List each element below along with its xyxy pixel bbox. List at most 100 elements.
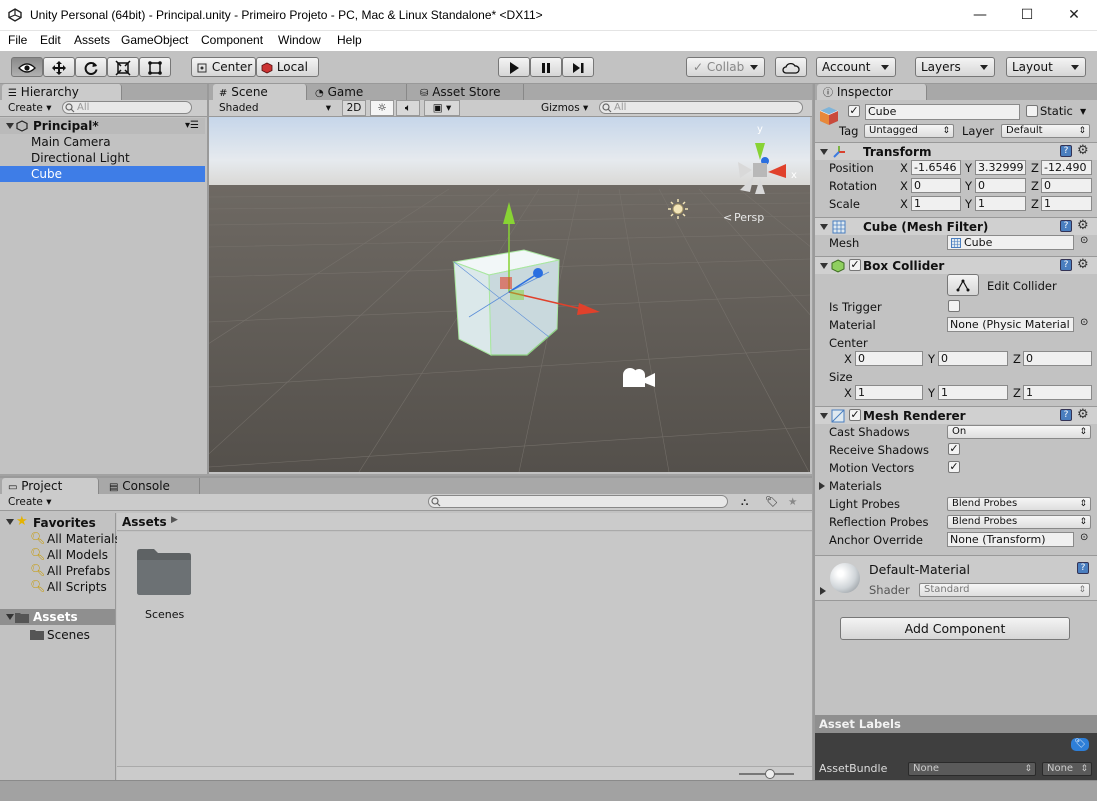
gear-icon[interactable]: ⚙ bbox=[1077, 144, 1089, 157]
favorite-all-models[interactable]: All Models bbox=[47, 548, 108, 562]
scene-menu-icon[interactable]: ▾☰ bbox=[185, 118, 199, 134]
hierarchy-create-button[interactable]: Create ▾ bbox=[8, 101, 52, 116]
play-button[interactable] bbox=[498, 57, 530, 77]
anchor-override-field[interactable]: None (Transform) bbox=[947, 532, 1074, 547]
2d-toggle[interactable]: 2D bbox=[342, 100, 366, 116]
active-checkbox[interactable]: ✓ bbox=[848, 105, 860, 117]
asset-bundle-dropdown[interactable]: None bbox=[908, 762, 1036, 776]
layout-dropdown[interactable]: Layout bbox=[1006, 57, 1086, 77]
favorite-all-materials[interactable]: All Materials bbox=[47, 532, 121, 546]
add-component-button[interactable]: Add Component bbox=[840, 617, 1070, 640]
hierarchy-scene-row[interactable]: Principal* ▾☰ bbox=[0, 118, 205, 134]
scale-tool-button[interactable] bbox=[107, 57, 139, 77]
icon-size-slider-thumb[interactable] bbox=[765, 769, 775, 779]
layers-dropdown[interactable]: Layers bbox=[915, 57, 995, 77]
collapse-triangle-icon[interactable] bbox=[820, 587, 826, 595]
rotation-x-field[interactable]: 0 bbox=[911, 178, 961, 193]
tab-inspector[interactable]: ⓘ Inspector bbox=[817, 84, 927, 100]
project-search-input[interactable] bbox=[428, 495, 728, 508]
scene-audio-toggle[interactable]: 🔈︎ bbox=[396, 100, 420, 116]
menu-window[interactable]: Window bbox=[278, 33, 321, 47]
menu-component[interactable]: Component bbox=[201, 33, 263, 47]
help-icon[interactable]: ? bbox=[1077, 562, 1089, 574]
layer-dropdown[interactable]: Default bbox=[1001, 124, 1090, 138]
scale-y-field[interactable]: 1 bbox=[975, 196, 1026, 211]
shader-dropdown[interactable]: Standard bbox=[919, 583, 1090, 597]
gear-icon[interactable]: ⚙ bbox=[1077, 408, 1089, 421]
favorite-star-icon[interactable]: ★ bbox=[788, 495, 797, 510]
step-button[interactable] bbox=[562, 57, 594, 77]
filter-by-label-icon[interactable]: 🏷︎ bbox=[765, 495, 778, 510]
scene-lighting-toggle[interactable]: ☼ bbox=[370, 100, 394, 116]
pivot-center-button[interactable]: Center bbox=[191, 57, 256, 77]
tab-asset-store[interactable]: ⛁ Asset Store bbox=[414, 84, 524, 100]
help-icon[interactable]: ? bbox=[1060, 409, 1072, 421]
hierarchy-item-cube[interactable]: Cube bbox=[0, 166, 205, 182]
materials-label[interactable]: Materials bbox=[829, 479, 882, 493]
size-y-field[interactable]: 1 bbox=[938, 385, 1008, 400]
pause-button[interactable] bbox=[530, 57, 562, 77]
box-collider-enabled-checkbox[interactable]: ✓ bbox=[849, 259, 861, 271]
tab-scene[interactable]: # Scene bbox=[213, 84, 307, 100]
view-tool-button[interactable] bbox=[11, 57, 43, 77]
scale-x-field[interactable]: 1 bbox=[911, 196, 961, 211]
gear-icon[interactable]: ⚙ bbox=[1077, 219, 1089, 232]
menu-assets[interactable]: Assets bbox=[74, 33, 110, 47]
center-z-field[interactable]: 0 bbox=[1023, 351, 1092, 366]
object-picker-icon[interactable]: ⊙ bbox=[1080, 317, 1088, 328]
position-x-field[interactable]: -1.6546 bbox=[911, 160, 961, 175]
size-x-field[interactable]: 1 bbox=[855, 385, 923, 400]
favorite-all-prefabs[interactable]: All Prefabs bbox=[47, 564, 110, 578]
move-tool-button[interactable] bbox=[43, 57, 75, 77]
assets-tree-scenes[interactable]: Scenes bbox=[47, 628, 90, 642]
breadcrumb-assets[interactable]: Assets bbox=[122, 515, 167, 529]
assets-tree-row[interactable]: Assets bbox=[0, 609, 115, 625]
filter-by-type-icon[interactable]: ⛬ bbox=[741, 495, 748, 510]
scene-search-input[interactable]: All bbox=[599, 101, 803, 114]
menu-gameobject[interactable]: GameObject bbox=[121, 33, 188, 47]
scene-effects-dropdown[interactable]: ▣ ▾ bbox=[424, 100, 460, 116]
position-y-field[interactable]: 3.32999 bbox=[975, 160, 1026, 175]
reflection-probes-dropdown[interactable]: Blend Probes bbox=[947, 515, 1091, 529]
tab-game[interactable]: ◔ Game bbox=[309, 84, 407, 100]
scale-z-field[interactable]: 1 bbox=[1041, 196, 1092, 211]
pivot-local-button[interactable]: Local bbox=[256, 57, 319, 77]
static-checkbox[interactable] bbox=[1026, 105, 1038, 117]
help-icon[interactable]: ? bbox=[1060, 145, 1072, 157]
asset-bundle-variant-dropdown[interactable]: None bbox=[1042, 762, 1092, 776]
is-trigger-checkbox[interactable] bbox=[948, 300, 960, 312]
position-z-field[interactable]: -12.490 bbox=[1041, 160, 1092, 175]
menu-file[interactable]: File bbox=[8, 33, 27, 47]
account-dropdown[interactable]: Account bbox=[816, 57, 896, 77]
close-button[interactable]: ✕ bbox=[1051, 0, 1097, 31]
collab-dropdown[interactable]: ✓ Collab bbox=[686, 57, 765, 77]
gear-icon[interactable]: ⚙ bbox=[1077, 258, 1089, 271]
receive-shadows-checkbox[interactable]: ✓ bbox=[948, 443, 960, 455]
persp-label[interactable]: Persp bbox=[734, 211, 764, 224]
size-z-field[interactable]: 1 bbox=[1023, 385, 1092, 400]
collider-material-field[interactable]: None (Physic Material bbox=[947, 317, 1074, 332]
motion-vectors-checkbox[interactable]: ✓ bbox=[948, 461, 960, 473]
object-picker-icon[interactable]: ⊙ bbox=[1080, 532, 1088, 543]
cast-shadows-dropdown[interactable]: On bbox=[947, 425, 1091, 439]
help-icon[interactable]: ? bbox=[1060, 220, 1072, 232]
rotation-y-field[interactable]: 0 bbox=[975, 178, 1026, 193]
project-create-button[interactable]: Create ▾ bbox=[8, 495, 52, 510]
rotation-z-field[interactable]: 0 bbox=[1041, 178, 1092, 193]
collapse-triangle-icon[interactable] bbox=[819, 482, 825, 490]
hierarchy-item-directional-light[interactable]: Directional Light bbox=[0, 150, 205, 166]
scenes-folder-icon[interactable] bbox=[135, 548, 193, 596]
help-icon[interactable]: ? bbox=[1060, 259, 1072, 271]
mesh-renderer-enabled-checkbox[interactable]: ✓ bbox=[849, 409, 861, 421]
shading-mode-dropdown[interactable]: Shaded ▾ bbox=[219, 101, 331, 116]
object-picker-icon[interactable]: ⊙ bbox=[1080, 235, 1088, 246]
static-dropdown-arrow-icon[interactable]: ▼ bbox=[1080, 107, 1086, 116]
tab-project[interactable]: ▭ Project bbox=[2, 478, 99, 494]
light-probes-dropdown[interactable]: Blend Probes bbox=[947, 497, 1091, 511]
mesh-renderer-header[interactable]: ✓ Mesh Renderer ? ⚙ bbox=[815, 406, 1097, 424]
scene-viewport[interactable]: y x Persp < bbox=[209, 117, 810, 472]
favorites-header[interactable]: Favorites bbox=[33, 516, 96, 530]
minimize-button[interactable]: — bbox=[957, 0, 1003, 31]
center-y-field[interactable]: 0 bbox=[938, 351, 1008, 366]
center-x-field[interactable]: 0 bbox=[855, 351, 923, 366]
